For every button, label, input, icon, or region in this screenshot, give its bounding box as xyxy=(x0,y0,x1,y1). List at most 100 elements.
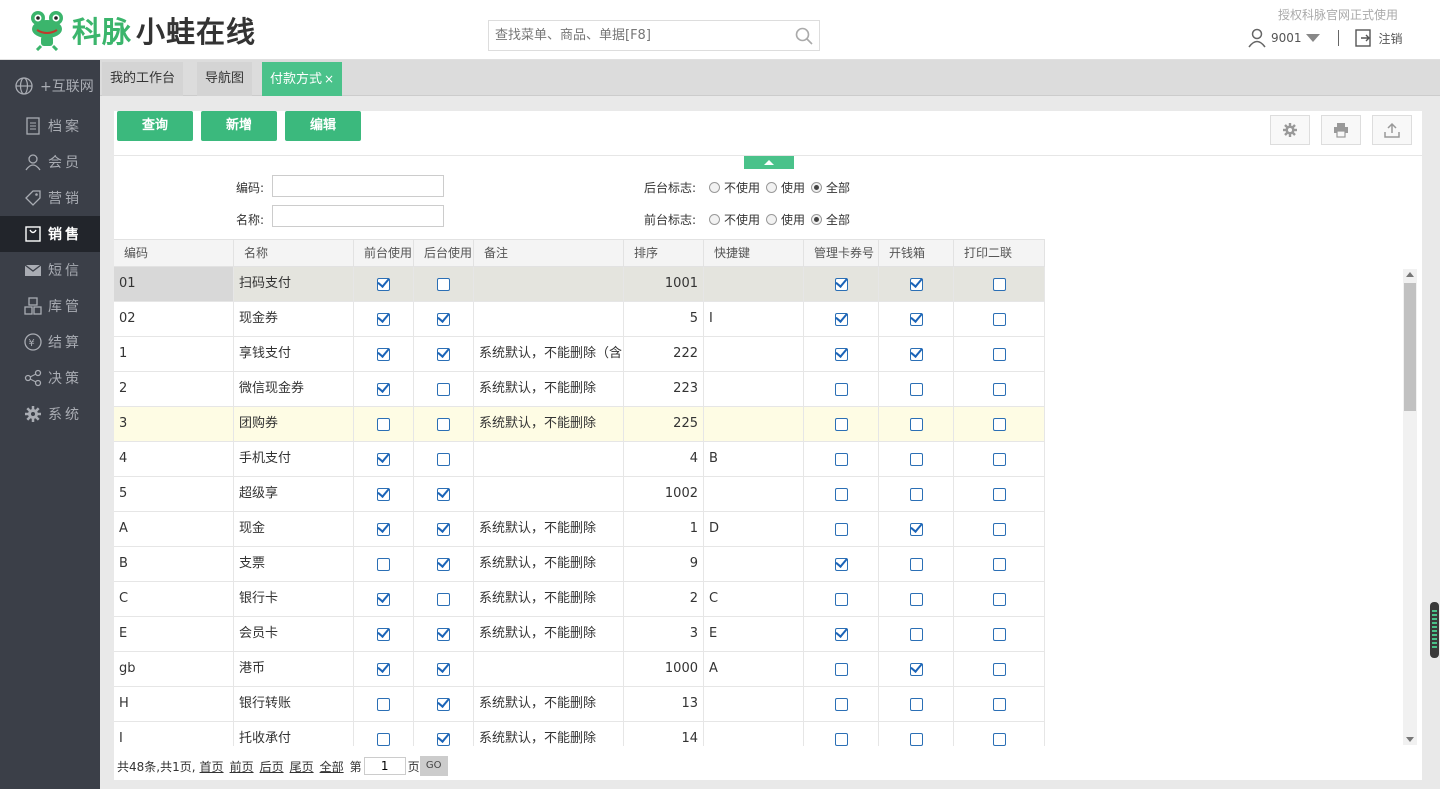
frontend-radio-used[interactable]: 使用 xyxy=(766,211,805,228)
table-row[interactable]: 4 手机支付 4 B xyxy=(114,442,1045,477)
prev-page-link[interactable]: 前页 xyxy=(230,758,254,775)
scroll-down-icon[interactable] xyxy=(1406,737,1414,742)
print-duplicate-checkbox[interactable] xyxy=(992,592,1006,606)
table-row[interactable]: H 银行转账 系统默认，不能删除 13 xyxy=(114,687,1045,722)
open-cash-drawer-checkbox[interactable] xyxy=(909,487,923,501)
backend-radio-all[interactable]: 全部 xyxy=(811,179,850,196)
logout-icon[interactable] xyxy=(1354,29,1373,47)
print-duplicate-checkbox[interactable] xyxy=(992,417,1006,431)
table-row[interactable]: C 银行卡 系统默认，不能删除 2 C xyxy=(114,582,1045,617)
manage-card-checkbox[interactable] xyxy=(834,277,848,291)
back-use-checkbox[interactable] xyxy=(437,522,450,536)
print-duplicate-checkbox[interactable] xyxy=(992,382,1006,396)
table-row[interactable]: 2 微信现金券 系统默认，不能删除 223 xyxy=(114,372,1045,407)
column-header[interactable]: 开钱箱 xyxy=(879,240,954,266)
back-use-checkbox[interactable] xyxy=(437,277,450,291)
front-use-checkbox[interactable] xyxy=(377,522,390,536)
front-use-checkbox[interactable] xyxy=(377,627,390,641)
print-duplicate-checkbox[interactable] xyxy=(992,732,1006,746)
manage-card-checkbox[interactable] xyxy=(834,592,848,606)
print-button[interactable] xyxy=(1321,115,1361,145)
sidebar-item-archive[interactable]: 档案 xyxy=(0,108,100,144)
sidebar-item-internet[interactable]: +互联网 xyxy=(0,68,100,104)
front-use-checkbox[interactable] xyxy=(377,277,390,291)
manage-card-checkbox[interactable] xyxy=(834,627,848,641)
column-header[interactable]: 名称 xyxy=(234,240,354,266)
front-use-checkbox[interactable] xyxy=(377,382,390,396)
manage-card-checkbox[interactable] xyxy=(834,312,848,326)
front-use-checkbox[interactable] xyxy=(377,347,390,361)
sidebar-item-member[interactable]: 会员 xyxy=(0,144,100,180)
manage-card-checkbox[interactable] xyxy=(834,452,848,466)
column-header[interactable]: 打印二联 xyxy=(954,240,1045,266)
table-row[interactable]: I 托收承付 系统默认，不能删除 14 xyxy=(114,722,1045,746)
first-page-link[interactable]: 首页 xyxy=(200,758,224,775)
manage-card-checkbox[interactable] xyxy=(834,417,848,431)
manage-card-checkbox[interactable] xyxy=(834,557,848,571)
search-input[interactable] xyxy=(489,21,779,50)
user-name[interactable]: 9001 xyxy=(1271,31,1302,45)
column-header[interactable]: 编码 xyxy=(114,240,234,266)
name-input[interactable] xyxy=(272,205,444,227)
open-cash-drawer-checkbox[interactable] xyxy=(909,277,923,291)
table-row[interactable]: B 支票 系统默认，不能删除 9 xyxy=(114,547,1045,582)
sidebar-item-sales[interactable]: 销售 xyxy=(0,216,100,252)
column-header[interactable]: 后台使用 xyxy=(414,240,474,266)
all-records-link[interactable]: 全部 xyxy=(320,758,344,775)
search-icon[interactable] xyxy=(795,27,813,45)
open-cash-drawer-checkbox[interactable] xyxy=(909,557,923,571)
column-header[interactable]: 前台使用 xyxy=(354,240,414,266)
front-use-checkbox[interactable] xyxy=(377,487,390,501)
open-cash-drawer-checkbox[interactable] xyxy=(909,452,923,466)
open-cash-drawer-checkbox[interactable] xyxy=(909,382,923,396)
tab-navigation-map[interactable]: 导航图 xyxy=(197,62,253,96)
back-use-checkbox[interactable] xyxy=(437,662,450,676)
sidebar-item-marketing[interactable]: 营销 xyxy=(0,180,100,216)
back-use-checkbox[interactable] xyxy=(437,592,450,606)
print-duplicate-checkbox[interactable] xyxy=(992,277,1006,291)
back-use-checkbox[interactable] xyxy=(437,487,450,501)
frontend-radio-unused[interactable]: 不使用 xyxy=(709,211,760,228)
open-cash-drawer-checkbox[interactable] xyxy=(909,347,923,361)
last-page-link[interactable]: 尾页 xyxy=(290,758,314,775)
column-header[interactable]: 快捷键 xyxy=(704,240,804,266)
side-drawer-handle[interactable] xyxy=(1430,602,1439,658)
sidebar-item-decision[interactable]: 决策 xyxy=(0,360,100,396)
chevron-down-icon[interactable] xyxy=(1305,34,1320,42)
table-row[interactable]: 3 团购券 系统默认，不能删除 225 xyxy=(114,407,1045,442)
back-use-checkbox[interactable] xyxy=(437,417,450,431)
manage-card-checkbox[interactable] xyxy=(834,697,848,711)
column-header[interactable]: 备注 xyxy=(474,240,624,266)
backend-radio-unused[interactable]: 不使用 xyxy=(709,179,760,196)
next-page-link[interactable]: 后页 xyxy=(260,758,284,775)
front-use-checkbox[interactable] xyxy=(377,557,390,571)
settings-button[interactable] xyxy=(1270,115,1310,145)
query-button[interactable]: 查询 xyxy=(117,111,193,141)
table-row[interactable]: A 现金 系统默认，不能删除 1 D xyxy=(114,512,1045,547)
close-icon[interactable]: × xyxy=(324,72,334,86)
scroll-up-icon[interactable] xyxy=(1406,272,1414,277)
scrollbar-thumb[interactable] xyxy=(1404,283,1416,411)
table-row[interactable]: 02 现金券 5 I xyxy=(114,302,1045,337)
logout-link[interactable]: 注销 xyxy=(1379,30,1403,47)
sidebar-item-inventory[interactable]: 库管 xyxy=(0,288,100,324)
print-duplicate-checkbox[interactable] xyxy=(992,347,1006,361)
tab-payment-methods[interactable]: 付款方式 × xyxy=(262,62,343,96)
table-row[interactable]: gb 港币 1000 A xyxy=(114,652,1045,687)
front-use-checkbox[interactable] xyxy=(377,417,390,431)
manage-card-checkbox[interactable] xyxy=(834,662,848,676)
table-scrollbar[interactable] xyxy=(1403,269,1417,745)
print-duplicate-checkbox[interactable] xyxy=(992,697,1006,711)
back-use-checkbox[interactable] xyxy=(437,732,450,746)
manage-card-checkbox[interactable] xyxy=(834,347,848,361)
open-cash-drawer-checkbox[interactable] xyxy=(909,662,923,676)
open-cash-drawer-checkbox[interactable] xyxy=(909,417,923,431)
add-button[interactable]: 新增 xyxy=(201,111,277,141)
logo[interactable]: 科脉 小蛙在线 xyxy=(28,8,256,52)
open-cash-drawer-checkbox[interactable] xyxy=(909,627,923,641)
front-use-checkbox[interactable] xyxy=(377,697,390,711)
open-cash-drawer-checkbox[interactable] xyxy=(909,732,923,746)
back-use-checkbox[interactable] xyxy=(437,697,450,711)
print-duplicate-checkbox[interactable] xyxy=(992,312,1006,326)
back-use-checkbox[interactable] xyxy=(437,452,450,466)
